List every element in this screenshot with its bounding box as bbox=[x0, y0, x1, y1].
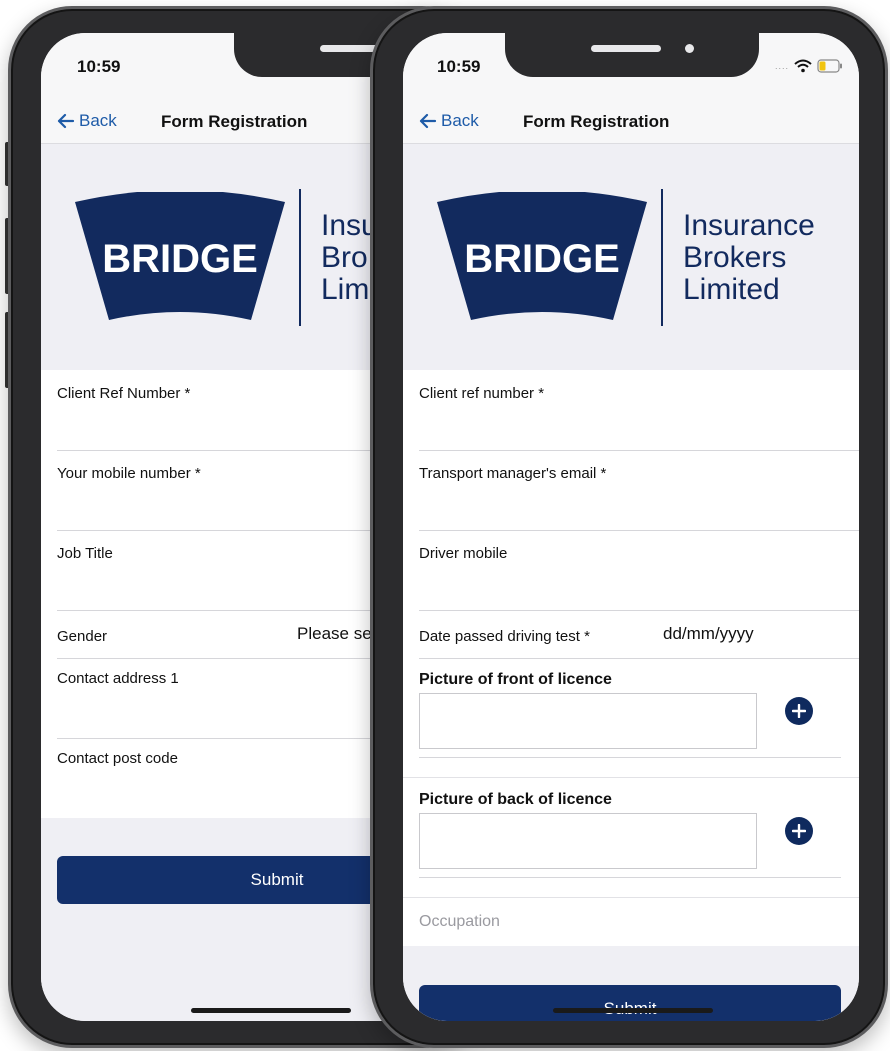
battery-icon bbox=[817, 59, 842, 73]
submit-button[interactable]: Submit bbox=[419, 985, 841, 1021]
field-label: Job Title bbox=[57, 545, 113, 562]
field-label: Transport manager's email * bbox=[419, 465, 607, 482]
gender-select-value[interactable]: Please se bbox=[297, 624, 372, 644]
notch bbox=[505, 33, 759, 77]
field-label: Client Ref Number * bbox=[57, 385, 191, 402]
arrow-left-icon bbox=[419, 113, 437, 129]
front-licence-title: Picture of front of licence bbox=[419, 671, 612, 688]
back-button[interactable]: Back bbox=[57, 111, 117, 131]
screen-front: 10:59 .... Back Form Registration BRIDGE… bbox=[403, 33, 859, 1021]
field-label: Driver mobile bbox=[419, 545, 508, 562]
nav-bar: Back Form Registration bbox=[403, 103, 859, 144]
occupation-field[interactable]: Occupation bbox=[419, 898, 859, 947]
speaker bbox=[591, 45, 661, 52]
logo-text: Insurance Brokers Limited bbox=[683, 210, 815, 306]
bridge-shield-logo: BRIDGE bbox=[437, 192, 647, 320]
field-label: Contact address 1 bbox=[57, 670, 179, 687]
back-label: Back bbox=[441, 111, 479, 130]
status-time: 10:59 bbox=[437, 57, 481, 76]
wifi-icon bbox=[794, 59, 812, 73]
field-label: Contact post code bbox=[57, 750, 178, 767]
transport-manager-email-field[interactable]: Transport manager's email * bbox=[419, 450, 859, 531]
status-time: 10:59 bbox=[77, 57, 121, 76]
field-label: Your mobile number * bbox=[57, 465, 201, 482]
driver-mobile-field[interactable]: Driver mobile bbox=[419, 530, 859, 611]
add-front-licence-button[interactable] bbox=[785, 697, 813, 725]
phone-front: 10:59 .... Back Form Registration BRIDGE… bbox=[370, 6, 888, 1048]
divider bbox=[419, 877, 841, 878]
logo-line-3: Limited bbox=[683, 273, 780, 306]
nav-title: Form Registration bbox=[523, 112, 670, 131]
arrow-left-icon bbox=[57, 113, 75, 129]
logo-line-1: Insurance bbox=[683, 209, 815, 242]
camera bbox=[685, 44, 694, 53]
field-label: Date passed driving test * bbox=[419, 628, 590, 645]
client-ref-field[interactable]: Client ref number * bbox=[419, 370, 859, 451]
plus-icon bbox=[792, 824, 806, 838]
back-licence-title: Picture of back of licence bbox=[419, 791, 612, 808]
status-bar: 10:59 .... bbox=[403, 33, 859, 103]
field-label: Gender bbox=[57, 628, 108, 645]
back-label: Back bbox=[79, 111, 117, 130]
divider bbox=[403, 777, 859, 778]
nav-title: Form Registration bbox=[161, 112, 308, 131]
logo-banner: BRIDGE Insurance Brokers Limited bbox=[403, 144, 859, 370]
logo-divider bbox=[661, 189, 663, 326]
bridge-shield-logo: BRIDGE bbox=[75, 192, 285, 320]
plus-icon bbox=[792, 704, 806, 718]
logo-line-2: Brokers bbox=[683, 241, 787, 274]
occupation-placeholder: Occupation bbox=[419, 913, 500, 930]
back-button[interactable]: Back bbox=[419, 111, 479, 131]
field-label: Client ref number * bbox=[419, 385, 545, 402]
add-back-licence-button[interactable] bbox=[785, 817, 813, 845]
divider bbox=[419, 757, 841, 758]
logo-divider bbox=[299, 189, 301, 326]
status-icons: .... bbox=[775, 59, 843, 73]
logo-badge-text: BRIDGE bbox=[464, 237, 620, 281]
signal-icon: .... bbox=[774, 61, 789, 71]
driving-test-date-field[interactable]: Date passed driving test * dd/mm/yyyy bbox=[419, 610, 859, 659]
home-indicator bbox=[553, 1008, 713, 1013]
front-licence-upload[interactable] bbox=[419, 693, 757, 749]
home-indicator bbox=[191, 1008, 351, 1013]
logo-badge-text: BRIDGE bbox=[102, 237, 258, 281]
back-licence-upload[interactable] bbox=[419, 813, 757, 869]
date-input[interactable]: dd/mm/yyyy bbox=[663, 624, 754, 644]
